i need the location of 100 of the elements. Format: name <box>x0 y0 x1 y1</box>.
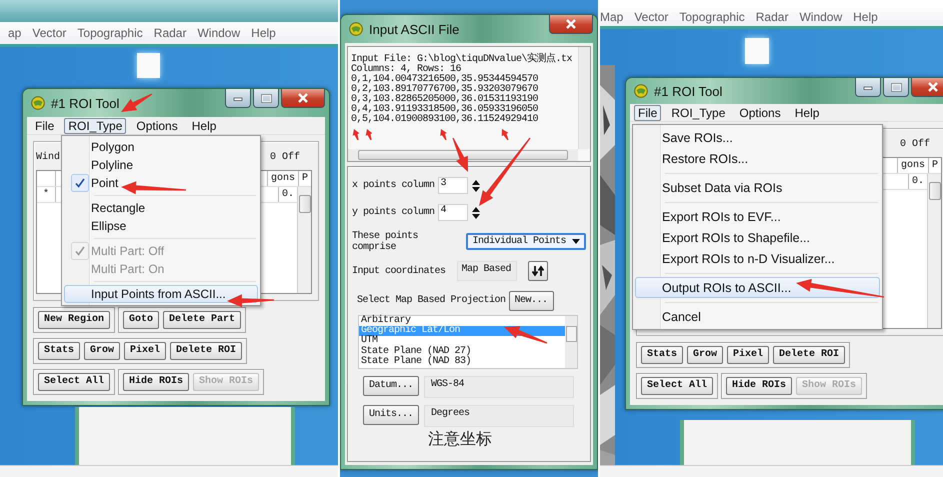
data-line: 0,3,103.82865205000,36.01531193190 <box>351 95 540 105</box>
scrollbar[interactable] <box>927 174 941 328</box>
check-icon <box>71 242 89 260</box>
menu-item[interactable]: Cancel <box>635 306 880 327</box>
menu-item[interactable]: Polygon <box>64 138 258 156</box>
window-title: #1 ROI Tool <box>51 96 120 110</box>
menu-item[interactable]: Point <box>64 174 258 192</box>
annotation-arrow <box>121 94 152 112</box>
menu-item[interactable]: File <box>634 104 662 121</box>
spin-button[interactable] <box>470 204 481 220</box>
tool-button[interactable]: Delete ROI <box>773 346 846 364</box>
data-line: 0,4,103.91193318500,36.05933196050 <box>351 105 540 115</box>
menu-item[interactable]: File <box>31 118 58 134</box>
window-title: #1 ROI Tool <box>654 84 722 99</box>
scrollbar[interactable] <box>348 149 578 161</box>
menu-item[interactable]: Radar <box>154 26 186 40</box>
menu-item[interactable]: Help <box>853 10 878 24</box>
dropdown[interactable]: Individual Points <box>466 233 586 250</box>
table-cell: * <box>37 187 56 202</box>
field-label: Select Map Based Projection <box>357 295 506 306</box>
annotation-arrow <box>504 326 548 344</box>
menu-item[interactable]: Vector <box>634 10 668 24</box>
app-icon <box>634 84 648 98</box>
tool-button[interactable]: New Region <box>38 311 110 329</box>
check-icon <box>71 174 89 192</box>
close-button[interactable] <box>911 78 943 98</box>
data-line: Columns: 4, Rows: 16 <box>351 65 462 75</box>
menu-item[interactable]: Options <box>132 118 182 134</box>
annotation-arrow <box>121 181 186 194</box>
menu-item[interactable]: ap <box>8 26 22 40</box>
menu-item[interactable]: Help <box>790 104 824 121</box>
dialog-button[interactable]: New... <box>508 290 554 310</box>
up-down-arrows-icon <box>532 265 544 277</box>
menu-item[interactable]: Radar <box>756 10 788 24</box>
maximize-button[interactable] <box>883 78 909 98</box>
menu-item[interactable]: Save ROIs... <box>635 127 880 148</box>
menu-item[interactable]: Options <box>735 104 785 121</box>
tool-button[interactable]: Stats <box>38 342 80 360</box>
tool-button[interactable]: Hide ROIs <box>726 377 792 396</box>
tool-button[interactable]: Pixel <box>727 346 770 364</box>
maximize-button[interactable] <box>253 89 279 108</box>
list-item[interactable]: State Plane (NAD 83) <box>359 356 565 368</box>
tool-button[interactable]: Delete ROI <box>170 342 242 360</box>
menu-item[interactable]: Input Points from ASCII... <box>64 285 258 303</box>
window-title: Input ASCII File <box>369 22 460 36</box>
spin-button[interactable] <box>470 178 481 194</box>
tool-button[interactable]: Grow <box>84 342 120 360</box>
number-field[interactable]: 4 <box>438 204 468 221</box>
menu-item[interactable]: Restore ROIs... <box>635 148 880 169</box>
maximize-icon <box>260 94 272 102</box>
number-field[interactable]: 3 <box>438 177 468 194</box>
menu-item[interactable]: ROI_Type <box>667 104 730 121</box>
value-field: WGS-84 <box>424 376 574 398</box>
tool-button[interactable]: Grow <box>687 346 724 364</box>
menu-item[interactable]: Ellipse <box>64 217 258 235</box>
menu-item[interactable]: Rectangle <box>64 199 258 217</box>
tool-button[interactable]: Hide ROIs <box>123 373 190 391</box>
scrollbar[interactable] <box>297 187 311 293</box>
menu-item[interactable]: Export ROIs to Shapefile... <box>635 227 880 248</box>
column-header: gons <box>896 158 928 174</box>
tool-button[interactable]: Select All <box>641 377 714 396</box>
field-label: y points column <box>352 207 435 218</box>
close-icon <box>565 19 577 29</box>
scrollbar[interactable] <box>565 316 577 368</box>
data-line: 0,5,104.01900893100,36.11524929410 <box>351 115 540 125</box>
tool-button[interactable]: Delete Part <box>163 311 242 329</box>
toggle-button[interactable] <box>528 261 548 281</box>
menu-item[interactable]: Subset Data via ROIs <box>635 177 880 198</box>
menu-item[interactable]: ROI_Type <box>64 118 126 134</box>
menu-item[interactable]: Output ROIs to ASCII... <box>635 277 880 298</box>
menu-item[interactable]: Topographic <box>77 26 143 40</box>
menu-item[interactable]: Vector <box>32 26 66 40</box>
tool-button[interactable]: Select All <box>38 373 110 391</box>
data-line: 0,2,103.89170776700,35.93203079670 <box>351 85 540 95</box>
menu-item[interactable]: Window <box>799 10 842 24</box>
menu-item[interactable]: Help <box>251 26 276 40</box>
dialog-button[interactable]: Datum... <box>363 376 420 396</box>
menu-item[interactable]: Help <box>188 118 220 134</box>
list-item[interactable]: UTM <box>359 336 565 347</box>
tool-button[interactable]: Goto <box>123 311 160 329</box>
annotation-arrow <box>452 138 468 172</box>
menu-item[interactable]: Export ROIs to EVF... <box>635 206 880 227</box>
list-item[interactable]: Arbitrary <box>359 316 565 326</box>
menu-item[interactable]: Export ROIs to n-D Visualizer... <box>635 248 880 269</box>
dialog-button[interactable]: Units... <box>363 405 420 425</box>
column-header: P <box>298 171 311 186</box>
menu-item[interactable]: Window <box>197 26 240 40</box>
scrollbar[interactable] <box>578 47 590 149</box>
minimize-button[interactable] <box>855 78 881 98</box>
toggle-label: 0 Off <box>900 138 930 150</box>
value-field: Map Based <box>456 261 517 281</box>
minimize-button[interactable] <box>225 89 251 108</box>
menu-item[interactable]: Topographic <box>679 10 745 24</box>
menu-item[interactable]: Map <box>600 10 624 24</box>
close-button[interactable] <box>549 15 593 34</box>
list-item[interactable]: State Plane (NAD 27) <box>359 346 565 357</box>
tool-button[interactable]: Pixel <box>124 342 166 360</box>
tool-button[interactable]: Stats <box>641 346 684 364</box>
menu-item[interactable]: Polyline <box>64 156 258 174</box>
close-button[interactable] <box>281 89 325 108</box>
